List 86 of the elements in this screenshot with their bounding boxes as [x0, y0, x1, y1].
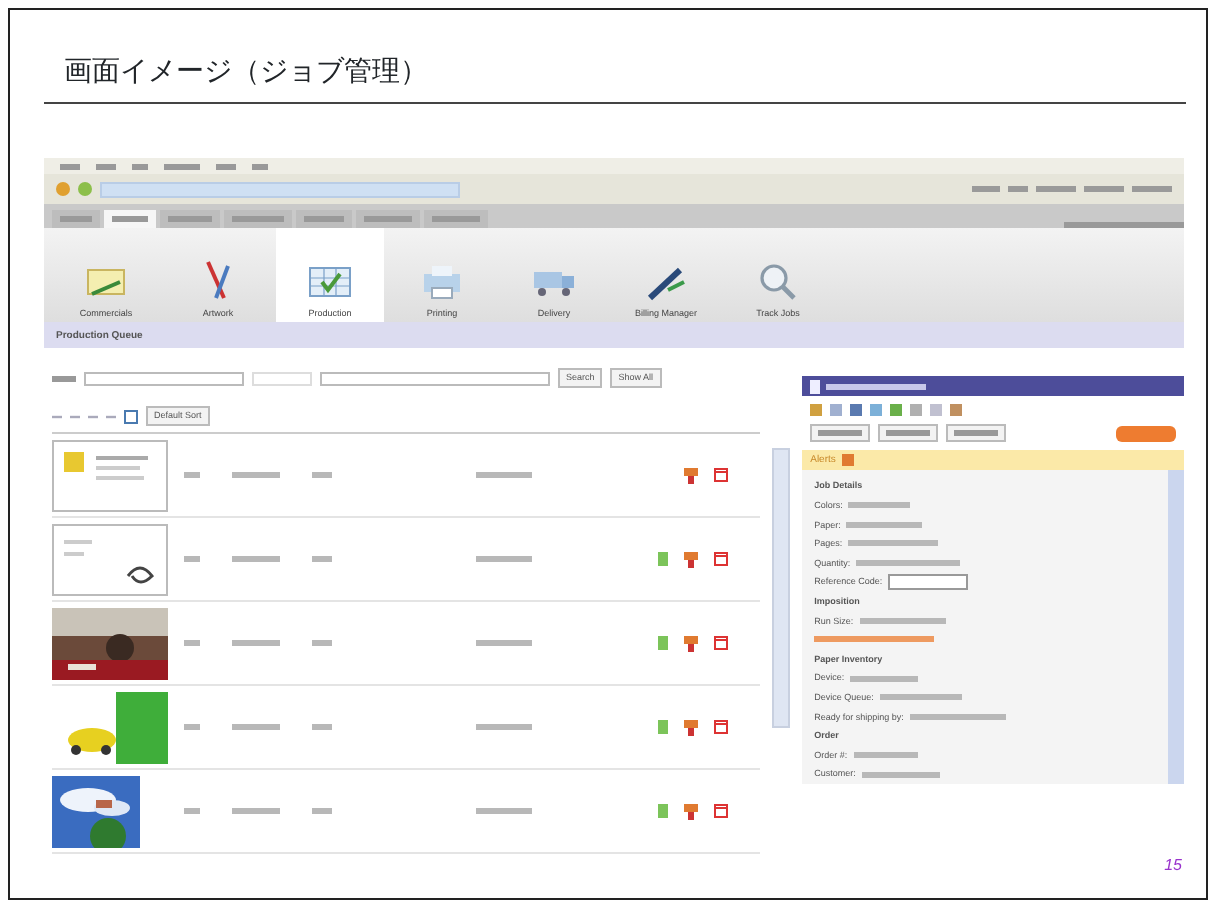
blurred-text: [232, 216, 284, 222]
blurred-text: [476, 724, 532, 730]
blurred-text: [846, 521, 923, 528]
blurred-text: [184, 640, 200, 646]
blurred-text: [848, 502, 911, 509]
blurred-text: [476, 556, 532, 562]
tab[interactable]: [424, 210, 488, 228]
blurred-text: [1064, 222, 1184, 228]
blurred-text: [232, 724, 280, 730]
blurred-text: [886, 430, 931, 437]
document-icon: [810, 379, 821, 393]
blurred-text: [184, 724, 200, 730]
dropdown-button[interactable]: [878, 424, 939, 443]
blurred-text: [909, 713, 1006, 720]
blurred-text: [364, 216, 412, 222]
blurred-text: [1008, 186, 1028, 192]
pdf-icon[interactable]: [714, 552, 729, 566]
blurred-text: [1036, 186, 1076, 192]
select-field[interactable]: [84, 371, 244, 385]
forward-icon[interactable]: [78, 182, 92, 196]
blurred-text: [232, 472, 280, 478]
tab[interactable]: [356, 210, 420, 228]
dropdown-button[interactable]: [946, 424, 1007, 443]
blurred-text: [856, 560, 961, 567]
tab[interactable]: [52, 210, 100, 228]
blurred-text: [52, 375, 76, 381]
stack-icon: [841, 454, 854, 467]
pdf-icon[interactable]: [714, 468, 729, 482]
page-number: 15: [1164, 854, 1182, 878]
blurred-text: [312, 472, 332, 478]
tab[interactable]: [296, 210, 352, 228]
select-field[interactable]: [252, 371, 312, 385]
stack-icon[interactable]: [684, 635, 699, 651]
blurred-text: [853, 752, 918, 758]
blurred-text: [1132, 186, 1172, 192]
blurred-text: [184, 808, 200, 814]
blurred-text: [312, 724, 332, 730]
blurred-text: [312, 556, 332, 562]
document-thumbnail: [52, 439, 168, 511]
blurred-text: [861, 771, 940, 778]
blurred-text: [184, 472, 200, 478]
blurred-text: [232, 808, 280, 814]
blurred-text: [814, 636, 935, 643]
blurred-text: [60, 216, 92, 222]
reference-code-field[interactable]: [888, 574, 969, 591]
tab[interactable]: [224, 210, 292, 228]
blurred-text: [476, 808, 532, 814]
back-icon[interactable]: [56, 182, 70, 196]
blurred-text: [312, 640, 332, 646]
calendar-icon[interactable]: [124, 409, 138, 423]
document-thumbnail: [52, 523, 168, 595]
blurred-text: [112, 216, 148, 222]
stack-icon[interactable]: [684, 719, 699, 735]
blurred-text: [304, 216, 344, 222]
blurred-text: [476, 472, 532, 478]
address-field[interactable]: [100, 181, 460, 197]
blurred-text: [826, 383, 927, 389]
action-button[interactable]: [1116, 425, 1176, 442]
blurred-text: [432, 216, 480, 222]
blurred-text: [184, 556, 200, 562]
blurred-text: [972, 186, 1000, 192]
pdf-icon[interactable]: [714, 720, 729, 734]
dropdown-button[interactable]: [810, 424, 871, 443]
pdf-icon[interactable]: [714, 804, 729, 818]
tab[interactable]: [104, 210, 156, 228]
blurred-text: [312, 808, 332, 814]
blurred-text: [476, 640, 532, 646]
tab[interactable]: [160, 210, 220, 228]
blurred-text: [848, 540, 939, 547]
stack-icon[interactable]: [684, 551, 699, 567]
scrollbar[interactable]: [772, 448, 791, 728]
blurred-text: [1084, 186, 1124, 192]
blurred-text: [164, 163, 200, 169]
blurred-text: [850, 675, 919, 682]
blurred-text: [879, 694, 962, 701]
blurred-text: [232, 640, 280, 646]
blurred-text: [168, 216, 212, 222]
blurred-text: [818, 430, 863, 437]
slide-title: 画面イメージ（ジョブ管理）: [62, 54, 430, 90]
blurred-text: [859, 617, 946, 624]
search-field[interactable]: [320, 371, 550, 385]
pdf-icon[interactable]: [714, 636, 729, 650]
stack-icon[interactable]: [684, 803, 699, 819]
blurred-text: [232, 556, 280, 562]
stack-icon[interactable]: [684, 467, 699, 483]
blurred-text: [954, 430, 999, 437]
